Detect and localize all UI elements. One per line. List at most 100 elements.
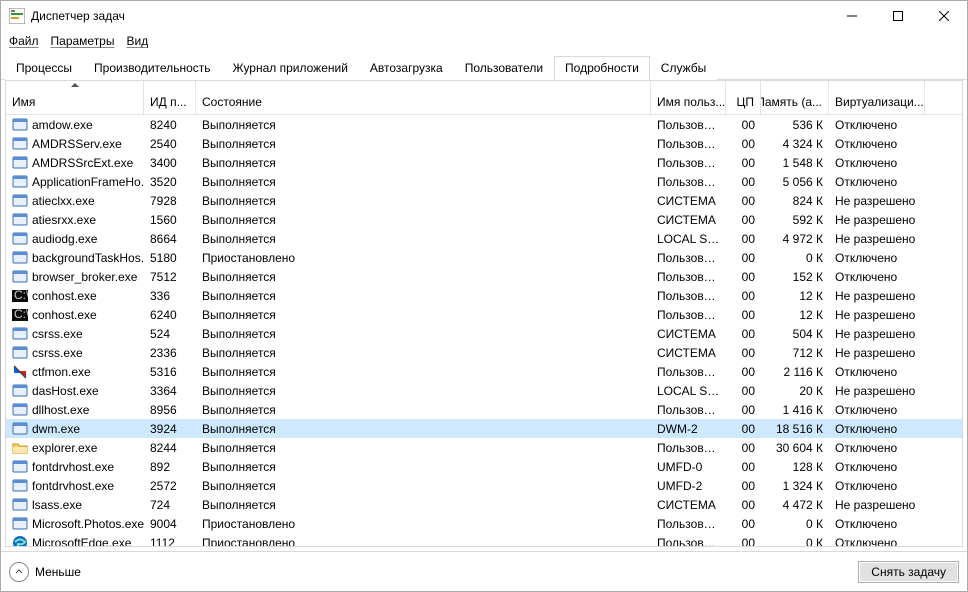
virt-cell: Не разрешено [829, 213, 925, 227]
cpu-cell: 00 [726, 479, 761, 493]
process-name: conhost.exe [32, 289, 97, 303]
end-task-button[interactable]: Снять задачу [858, 561, 959, 583]
cpu-cell: 00 [726, 175, 761, 189]
mem-cell: 4 972 К [761, 232, 829, 246]
col-header-mem[interactable]: Память (а... [761, 81, 829, 114]
col-header-pid[interactable]: ИД п... [144, 81, 196, 114]
cpu-cell: 00 [726, 460, 761, 474]
virt-cell: Отключено [829, 118, 925, 132]
user-cell: Пользова... [651, 441, 726, 455]
titlebar[interactable]: Диспетчер задач [1, 1, 967, 31]
table-row[interactable]: browser_broker.exe7512ВыполняетсяПользов… [6, 267, 962, 286]
tab-details[interactable]: Подробности [554, 56, 650, 80]
table-row[interactable]: conhost.exe336ВыполняетсяПользова...0012… [6, 286, 962, 305]
minimize-button[interactable] [829, 1, 875, 31]
tab-processes[interactable]: Процессы [5, 56, 83, 80]
menubar: Файл Параметры Вид [1, 31, 967, 51]
table-row[interactable]: csrss.exe2336ВыполняетсяСИСТЕМА00712 КНе… [6, 343, 962, 362]
process-icon [12, 402, 28, 418]
menu-view[interactable]: Вид [126, 34, 148, 48]
process-name: fontdrvhost.exe [32, 479, 114, 493]
pid-cell: 9004 [144, 517, 196, 531]
pid-cell: 8956 [144, 403, 196, 417]
table-row[interactable]: dasHost.exe3364ВыполняетсяLOCAL SE...002… [6, 381, 962, 400]
pid-cell: 2540 [144, 137, 196, 151]
process-name: AMDRSSrcExt.exe [32, 156, 133, 170]
state-cell: Выполняется [196, 213, 651, 227]
cpu-cell: 00 [726, 308, 761, 322]
table-row[interactable]: csrss.exe524ВыполняетсяСИСТЕМА00504 КНе … [6, 324, 962, 343]
pid-cell: 336 [144, 289, 196, 303]
mem-cell: 4 324 К [761, 137, 829, 151]
user-cell: Пользова... [651, 251, 726, 265]
cpu-cell: 00 [726, 137, 761, 151]
process-name: atieclxx.exe [32, 194, 95, 208]
state-cell: Выполняется [196, 403, 651, 417]
pid-cell: 3520 [144, 175, 196, 189]
table-row[interactable]: Microsoft.Photos.exe9004ПриостановленоПо… [6, 514, 962, 533]
process-icon [12, 364, 28, 380]
col-header-name[interactable]: Имя [6, 81, 144, 114]
table-row[interactable]: dwm.exe3924ВыполняетсяDWM-20018 516 КОтк… [6, 419, 962, 438]
table-row[interactable]: fontdrvhost.exe892ВыполняетсяUMFD-000128… [6, 457, 962, 476]
virt-cell: Отключено [829, 270, 925, 284]
table-row[interactable]: audiodg.exe8664ВыполняетсяLOCAL SE...004… [6, 229, 962, 248]
col-header-cpu[interactable]: ЦП [726, 81, 761, 114]
user-cell: Пользова... [651, 137, 726, 151]
process-icon [12, 459, 28, 475]
col-header-virt[interactable]: Виртуализаци... [829, 81, 925, 114]
mem-cell: 536 К [761, 118, 829, 132]
col-header-state[interactable]: Состояние [196, 81, 651, 114]
table-row[interactable]: ctfmon.exe5316ВыполняетсяПользова...002 … [6, 362, 962, 381]
table-row[interactable]: AMDRSServ.exe2540ВыполняетсяПользова...0… [6, 134, 962, 153]
virt-cell: Не разрешено [829, 346, 925, 360]
pid-cell: 724 [144, 498, 196, 512]
table-row[interactable]: MicrosoftEdge.exe1112ПриостановленоПольз… [6, 533, 962, 546]
table-row[interactable]: atiesrxx.exe1560ВыполняетсяСИСТЕМА00592 … [6, 210, 962, 229]
pid-cell: 1560 [144, 213, 196, 227]
table-row[interactable]: fontdrvhost.exe2572ВыполняетсяUMFD-2001 … [6, 476, 962, 495]
tab-services[interactable]: Службы [650, 56, 717, 80]
mem-cell: 1 548 К [761, 156, 829, 170]
table-row[interactable]: lsass.exe724ВыполняетсяСИСТЕМА004 472 КН… [6, 495, 962, 514]
tab-apphistory[interactable]: Журнал приложений [222, 56, 359, 80]
table-row[interactable]: conhost.exe6240ВыполняетсяПользова...001… [6, 305, 962, 324]
cpu-cell: 00 [726, 346, 761, 360]
fewer-details-button[interactable]: Меньше [9, 562, 81, 582]
user-cell: СИСТЕМА [651, 498, 726, 512]
state-cell: Выполняется [196, 498, 651, 512]
maximize-button[interactable] [875, 1, 921, 31]
table-row[interactable]: backgroundTaskHos...5180ПриостановленоПо… [6, 248, 962, 267]
menu-file[interactable]: Файл [9, 34, 39, 48]
tab-users[interactable]: Пользователи [454, 56, 554, 80]
table-row[interactable]: dllhost.exe8956ВыполняетсяПользова...001… [6, 400, 962, 419]
menu-options[interactable]: Параметры [51, 34, 115, 48]
col-header-user[interactable]: Имя польз... [651, 81, 726, 114]
process-icon [12, 269, 28, 285]
table-row[interactable]: AMDRSSrcExt.exe3400ВыполняетсяПользова..… [6, 153, 962, 172]
tab-performance[interactable]: Производительность [83, 56, 221, 80]
state-cell: Выполняется [196, 156, 651, 170]
tab-startup[interactable]: Автозагрузка [359, 56, 454, 80]
table-row[interactable]: amdow.exe8240ВыполняетсяПользова...00536… [6, 115, 962, 134]
virt-cell: Отключено [829, 365, 925, 379]
process-name: Microsoft.Photos.exe [32, 517, 144, 531]
table-body[interactable]: amdow.exe8240ВыполняетсяПользова...00536… [6, 115, 962, 546]
process-icon [12, 478, 28, 494]
pid-cell: 524 [144, 327, 196, 341]
table-row[interactable]: atieclxx.exe7928ВыполняетсяСИСТЕМА00824 … [6, 191, 962, 210]
process-icon [12, 117, 28, 133]
table-row[interactable]: explorer.exe8244ВыполняетсяПользова...00… [6, 438, 962, 457]
state-cell: Выполняется [196, 270, 651, 284]
close-button[interactable] [921, 1, 967, 31]
mem-cell: 592 К [761, 213, 829, 227]
cpu-cell: 00 [726, 384, 761, 398]
virt-cell: Отключено [829, 479, 925, 493]
process-icon [12, 155, 28, 171]
process-name: dasHost.exe [32, 384, 99, 398]
table-row[interactable]: ApplicationFrameHo...3520ВыполняетсяПоль… [6, 172, 962, 191]
virt-cell: Не разрешено [829, 327, 925, 341]
user-cell: СИСТЕМА [651, 213, 726, 227]
user-cell: Пользова... [651, 270, 726, 284]
virt-cell: Отключено [829, 517, 925, 531]
